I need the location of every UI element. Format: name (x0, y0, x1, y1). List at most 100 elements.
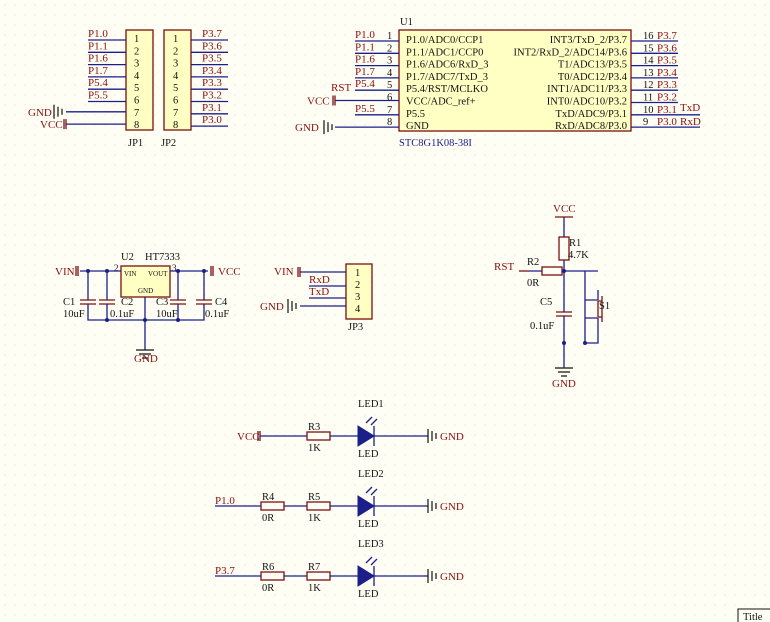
led-designator: LED1 (358, 399, 384, 410)
net-label: P3.1 (202, 102, 222, 114)
net-label: P3.3 (202, 77, 222, 89)
header-pin-number: 6 (134, 96, 139, 107)
header-jp3-designator: JP3 (348, 322, 363, 333)
mcu-u1-designator: U1 (400, 17, 413, 28)
header-pin-number: 3 (134, 59, 139, 70)
header-pin-number: 4 (134, 71, 140, 82)
cap-c3-value: 10uF (156, 309, 178, 320)
mcu-pin-name: RxD/ADC8/P3.0 (555, 121, 627, 132)
net-label-gnd-reset: GND (552, 378, 576, 390)
header-pin-number: 8 (134, 120, 139, 131)
net-label: TxD (309, 286, 329, 298)
net-label: P1.6 (355, 54, 375, 66)
header-jp1-designator: JP1 (128, 138, 143, 149)
led-value: LED (358, 519, 379, 530)
net-label-source: VCC (237, 431, 260, 443)
resistor-designator: R5 (308, 492, 320, 503)
net-label: P1.1 (88, 40, 108, 52)
net-label-rst: RST (494, 261, 514, 273)
mcu-pin-name: T1/ADC13/P3.5 (558, 60, 627, 71)
net-label: P5.5 (355, 103, 375, 115)
header-pin-number: 1 (173, 34, 178, 45)
net-label-gnd: GND (440, 571, 464, 583)
led-designator: LED3 (358, 539, 384, 550)
net-label: GND (260, 301, 284, 313)
regulator-pin-gnd: GND (138, 287, 153, 295)
net-label: P3.4 (657, 67, 677, 79)
resistor-designator: R4 (262, 492, 275, 503)
resistor-value: 0R (262, 513, 274, 524)
mcu-pin-name: VCC/ADC_ref+ (406, 97, 476, 108)
net-label-rxd: RxD (680, 116, 701, 128)
net-label-gnd: GND (440, 501, 464, 513)
resistor-value: 0R (262, 583, 274, 594)
mcu-pin-name: T0/ADC12/P3.4 (558, 72, 628, 83)
mcu-pin-name: P1.0/ADC0/CCP1 (406, 35, 483, 46)
mcu-pin-name: P5.5 (406, 109, 425, 120)
cap-c5-designator: C5 (540, 297, 552, 308)
net-label: P1.7 (355, 66, 375, 78)
net-label-gnd: GND (134, 353, 158, 365)
net-label: P3.1 (657, 104, 677, 116)
regulator-designator: U2 (121, 252, 134, 263)
regulator-pin-vin: VIN (124, 270, 136, 278)
mcu-pin-name: P1.7/ADC7/TxD_3 (406, 72, 488, 83)
net-label: VCC (40, 119, 63, 131)
header-pin-number: 5 (134, 83, 139, 94)
net-label: P3.2 (202, 90, 222, 102)
cap-c1-designator: C1 (63, 297, 75, 308)
res-r2-designator: R2 (527, 257, 539, 268)
header-jp1-body (125, 29, 154, 131)
header-pin-number: 4 (355, 304, 361, 315)
net-label: P3.5 (657, 55, 677, 67)
header-pin-number: 1 (134, 34, 139, 45)
cap-c4-designator: C4 (215, 297, 228, 308)
net-label: P1.0 (355, 29, 375, 41)
schematic-canvas: 1 P1.0 2 P1.1 3 P1.6 4 P1.7 5 P5.4 6 P5.5 7 GND 8 VCC J… (0, 0, 770, 622)
header-pin-number: 2 (134, 46, 139, 57)
mcu-pin-name: GND (406, 121, 429, 132)
mcu-pin-number: 6 (387, 93, 392, 104)
header-pin-number: 3 (355, 292, 360, 303)
mcu-pin-name: INT0/ADC10/P3.2 (547, 97, 627, 108)
cap-c1-value: 10uF (63, 309, 85, 320)
net-label: VCC (307, 96, 330, 108)
net-label: P5.4 (355, 78, 375, 90)
net-label: P1.6 (88, 53, 108, 65)
header-pin-number: 3 (173, 59, 178, 70)
resistor-designator: R3 (308, 422, 320, 433)
net-label-txd: TxD (680, 102, 700, 114)
header-pin-number: 1 (355, 268, 360, 279)
header-pin-number: 7 (173, 108, 178, 119)
net-label-vin: VIN (55, 266, 75, 278)
net-label-source: P3.7 (215, 565, 235, 577)
mcu-u1-part: STC8G1K08-38I (399, 138, 472, 149)
net-label: P3.6 (202, 40, 222, 52)
res-r1-designator: R1 (569, 238, 581, 249)
mcu-pin-name: P1.6/ADC6/RxD_3 (406, 60, 489, 71)
net-label: P3.0 (657, 116, 677, 128)
net-label: VIN (274, 266, 294, 278)
net-label-vcc-reset: VCC (553, 203, 576, 215)
cap-c5-value: 0.1uF (530, 321, 554, 332)
net-label: P3.6 (657, 42, 677, 54)
net-label: P3.4 (202, 65, 222, 77)
led-value: LED (358, 589, 379, 600)
header-pin-number: 8 (173, 120, 178, 131)
net-label: P1.0 (88, 28, 108, 40)
net-label: P3.7 (657, 30, 677, 42)
mcu-pin-name: TxD/ADC9/P3.1 (556, 109, 627, 120)
header-pin-number: 6 (173, 96, 178, 107)
net-label-rst: RST (331, 82, 351, 94)
header-pin-number: 2 (173, 46, 178, 57)
resistor-value: 1K (308, 443, 321, 454)
resistor-value: 1K (308, 583, 321, 594)
mcu-pin-name: INT2/RxD_2/ADC14/P3.6 (514, 47, 627, 58)
net-label: P5.5 (88, 90, 108, 102)
switch-s1-designator: S1 (599, 301, 610, 312)
net-label: P1.1 (355, 41, 375, 53)
led-designator: LED2 (358, 469, 384, 480)
net-label: P3.5 (202, 53, 222, 65)
net-label: P3.2 (657, 92, 677, 104)
mcu-pin-name: INT1/ADC11/P3.3 (547, 84, 627, 95)
